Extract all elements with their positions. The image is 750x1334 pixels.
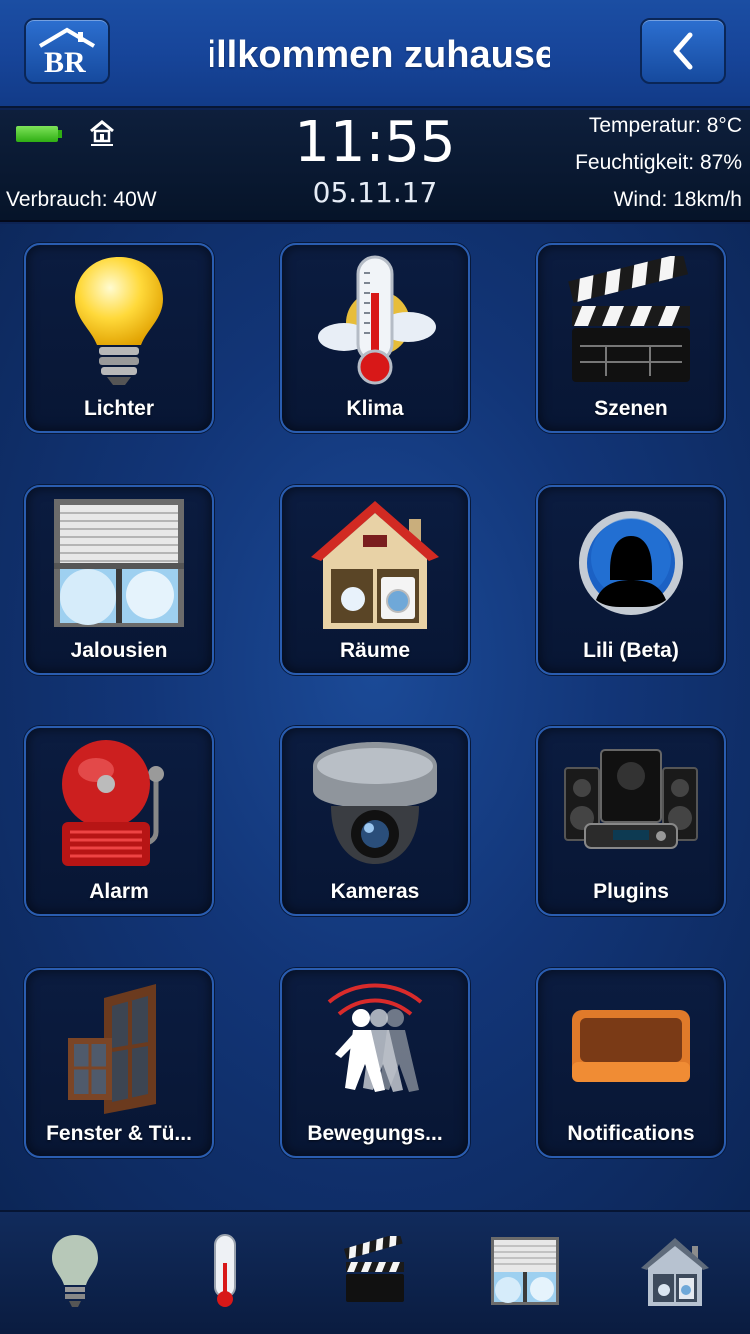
tile-label: Notifications <box>567 1122 695 1145</box>
tile-label: Fenster & Tü... <box>46 1122 192 1145</box>
navigation-header: BR Willkommen zuhause Willkommen zuhause <box>0 0 750 108</box>
tile-bewegung[interactable]: Bewegungs... <box>280 968 470 1158</box>
temperature-text: Temperatur: 8°C <box>588 114 742 137</box>
tab-klima[interactable] <box>180 1226 270 1316</box>
tile-fenster-tueren[interactable]: Fenster & Tü... <box>24 968 214 1158</box>
tab-szenen[interactable] <box>330 1226 420 1316</box>
tile-label: Klima <box>346 397 404 420</box>
tray-icon <box>572 1010 690 1082</box>
blinds-icon <box>491 1237 559 1305</box>
tab-raeume[interactable] <box>630 1226 720 1316</box>
tile-jalousien[interactable]: Jalousien <box>24 485 214 675</box>
tile-raeume[interactable]: Räume <box>280 485 470 675</box>
clapperboard-icon <box>344 1236 404 1302</box>
tab-lichter[interactable] <box>30 1226 120 1316</box>
tile-lichter[interactable]: Lichter <box>24 243 214 433</box>
tile-label: Bewegungs... <box>307 1122 443 1145</box>
wind-text: Wind: 18km/h <box>613 188 742 211</box>
header-title-marquee: Willkommen zuhause Willkommen zuhause <box>210 30 550 80</box>
motion-icon <box>327 983 423 1092</box>
tile-alarm[interactable]: Alarm <box>24 726 214 916</box>
tile-notifications[interactable]: Notifications <box>536 968 726 1158</box>
tile-lili[interactable]: Lili (Beta) <box>536 485 726 675</box>
home-logo-button[interactable]: BR <box>24 18 110 84</box>
thermometer-icon <box>214 1234 236 1307</box>
tile-szenen[interactable]: Szenen <box>536 243 726 433</box>
tab-jalousien[interactable] <box>480 1226 570 1316</box>
lightbulb-icon <box>52 1235 98 1307</box>
thermometer-icon <box>318 255 436 385</box>
tile-label: Lichter <box>83 397 154 420</box>
window-door-icon <box>68 984 156 1114</box>
page-title: Willkommen zuhause Willkommen zuhause <box>210 34 550 76</box>
chevron-left-icon <box>673 32 693 70</box>
br-logo-icon: BR <box>38 27 96 76</box>
tile-label: Lili (Beta) <box>583 639 679 662</box>
tile-label: Jalousien <box>70 639 168 662</box>
alarm-bell-icon <box>62 740 164 866</box>
lightbulb-icon <box>75 257 163 385</box>
tile-plugins[interactable]: Plugins <box>536 726 726 916</box>
svg-text:BR: BR <box>44 46 86 76</box>
tile-label: Szenen <box>594 397 668 420</box>
humidity-text: Feuchtigkeit: 87% <box>575 151 742 174</box>
back-button[interactable] <box>640 18 726 84</box>
tile-label: Alarm <box>89 880 149 903</box>
tile-label: Räume <box>339 639 411 662</box>
clapperboard-icon <box>568 256 690 382</box>
tile-klima[interactable]: Klima <box>280 243 470 433</box>
house-icon <box>311 501 439 629</box>
blinds-icon <box>54 499 184 627</box>
user-silhouette-icon <box>579 511 683 615</box>
tile-label: Plugins <box>593 880 669 903</box>
speakers-icon <box>564 749 698 849</box>
security-camera-icon <box>313 742 437 864</box>
tile-kameras[interactable]: Kameras <box>280 726 470 916</box>
house-icon <box>641 1238 709 1306</box>
tile-label: Kameras <box>330 880 420 903</box>
